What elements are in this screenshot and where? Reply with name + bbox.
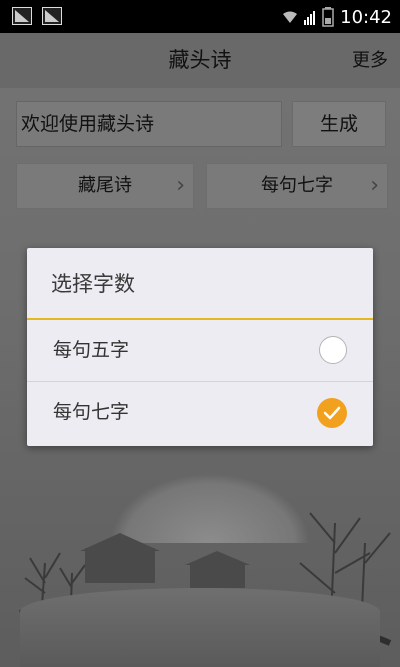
water-illustration bbox=[20, 588, 380, 667]
chevron-right-icon: › bbox=[370, 173, 379, 198]
option-five-chars[interactable]: 每句五字 bbox=[27, 320, 373, 381]
app-header: 藏头诗 更多 bbox=[0, 33, 400, 88]
poem-type-label: 藏尾诗 bbox=[78, 175, 132, 196]
poem-input[interactable]: 欢迎使用藏头诗 bbox=[16, 101, 282, 147]
input-row: 欢迎使用藏头诗 生成 bbox=[16, 101, 388, 147]
chevron-right-icon: › bbox=[176, 173, 185, 198]
option-seven-chars[interactable]: 每句七字 bbox=[27, 382, 373, 443]
page-title: 藏头诗 bbox=[168, 48, 232, 72]
char-count-selector[interactable]: 每句七字 › bbox=[206, 163, 388, 209]
radio-checked-icon[interactable] bbox=[317, 398, 347, 428]
char-count-label: 每句七字 bbox=[261, 175, 333, 196]
radio-unchecked-icon[interactable] bbox=[319, 336, 347, 364]
clock: 10:42 bbox=[340, 6, 392, 28]
options-row: 藏尾诗 › 每句七字 › bbox=[16, 163, 388, 209]
generate-button[interactable]: 生成 bbox=[292, 101, 386, 147]
status-bar: 10:42 bbox=[0, 0, 400, 33]
notification-icon bbox=[42, 7, 62, 25]
option-label: 每句七字 bbox=[53, 401, 130, 423]
option-label: 每句五字 bbox=[53, 339, 130, 361]
more-button[interactable]: 更多 bbox=[352, 33, 388, 88]
notification-icon bbox=[12, 7, 32, 25]
battery-icon bbox=[322, 7, 334, 27]
signal-icon bbox=[304, 11, 316, 25]
wifi-icon bbox=[283, 11, 298, 23]
poem-type-selector[interactable]: 藏尾诗 › bbox=[16, 163, 194, 209]
char-count-dialog: 选择字数 每句五字 每句七字 bbox=[27, 248, 373, 446]
dialog-title: 选择字数 bbox=[51, 272, 135, 296]
